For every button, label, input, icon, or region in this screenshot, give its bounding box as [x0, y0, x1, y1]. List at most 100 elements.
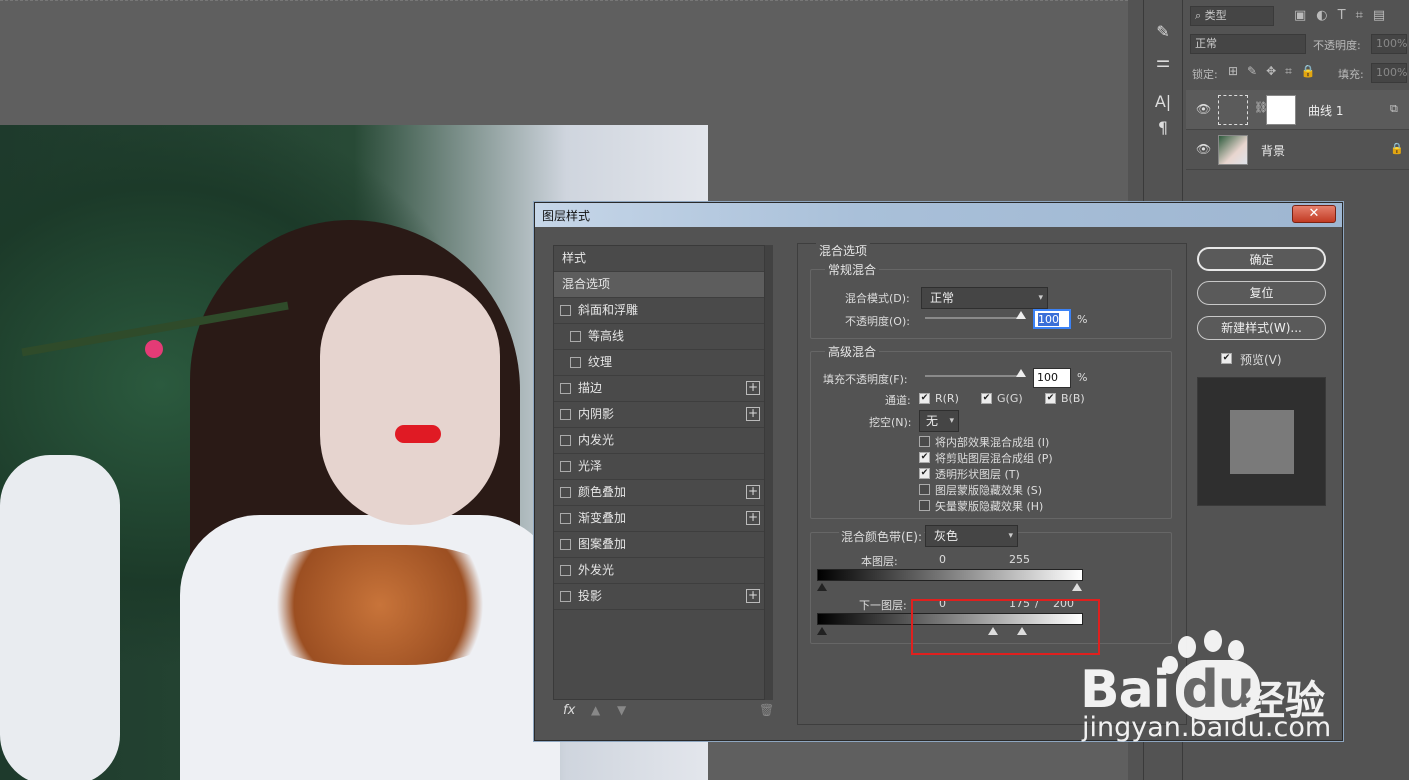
blend-mode-select[interactable]: 正常 ▾ — [921, 287, 1048, 309]
style-preview-swatch — [1197, 377, 1326, 506]
new-style-button[interactable]: 新建样式(W)... — [1197, 316, 1326, 340]
ok-button[interactable]: 确定 — [1197, 247, 1326, 271]
channel-g-checkbox[interactable]: ✔ — [981, 393, 992, 404]
add-effect-button[interactable]: + — [746, 485, 760, 499]
style-item-inner-shadow[interactable]: 内阴影 + — [554, 402, 764, 428]
fx-menu-button[interactable]: fx — [563, 703, 575, 718]
channel-r-checkbox[interactable]: ✔ — [919, 393, 930, 404]
checkbox[interactable] — [560, 409, 571, 420]
layers-opacity-input[interactable]: 100% — [1371, 34, 1407, 54]
style-item-label: 渐变叠加 — [578, 511, 627, 525]
reset-button[interactable]: 复位 — [1197, 281, 1326, 305]
blend-mode-value: 正常 — [930, 291, 955, 305]
dialog-titlebar[interactable]: 图层样式 ✕ — [535, 203, 1342, 227]
checkbox[interactable] — [560, 461, 571, 472]
layer-filter-select[interactable]: ⌕ 类型 — [1190, 6, 1274, 26]
opacity-slider-knob[interactable] — [1016, 311, 1026, 319]
layer-row-curves[interactable]: 👁 ⛓ 曲线 1 ⧉ — [1186, 90, 1409, 130]
style-item-satin[interactable]: 光泽 — [554, 454, 764, 480]
opacity-input[interactable]: 100 — [1033, 309, 1071, 329]
curves-adjustment-icon — [1218, 95, 1248, 125]
styles-scrollbar[interactable] — [765, 245, 773, 700]
add-effect-button[interactable]: + — [746, 589, 760, 603]
styles-header[interactable]: 样式 — [554, 246, 764, 272]
visibility-eye-icon[interactable]: 👁 — [1196, 102, 1211, 116]
preview-checkbox[interactable]: ✔ — [1221, 353, 1232, 364]
move-up-icon[interactable]: ▲ — [591, 703, 600, 717]
visibility-eye-icon[interactable]: 👁 — [1196, 142, 1211, 156]
checkbox[interactable] — [560, 565, 571, 576]
opacity-label: 不透明度(O): — [845, 315, 910, 328]
paragraph-panel-icon[interactable]: ¶ — [1148, 116, 1178, 140]
layer-row-background[interactable]: 👁 背景 🔒 — [1186, 130, 1409, 170]
paw-toe — [1178, 636, 1196, 658]
this-layer-white-slider[interactable] — [1072, 583, 1082, 591]
checkbox[interactable] — [560, 383, 571, 394]
lock-icon: 🔒 — [1390, 142, 1404, 155]
fill-opacity-input[interactable]: 100 — [1033, 368, 1071, 388]
underlying-layer-label: 下一图层: — [859, 599, 907, 612]
style-item-gradient-overlay[interactable]: 渐变叠加 + — [554, 506, 764, 532]
layer-name[interactable]: 曲线 1 — [1308, 102, 1343, 119]
add-effect-button[interactable]: + — [746, 511, 760, 525]
blend-clipped-label: 将剪贴图层混合成组 (P) — [935, 452, 1053, 465]
move-down-icon[interactable]: ▼ — [617, 703, 626, 717]
lock-icons[interactable]: ⊞✎✥⌗🔒 — [1228, 64, 1325, 79]
opacity-slider-track[interactable] — [925, 317, 1025, 319]
checkbox[interactable] — [570, 357, 581, 368]
checkbox[interactable] — [560, 435, 571, 446]
add-effect-button[interactable]: + — [746, 407, 760, 421]
layer-mask-hides-label: 图层蒙版隐藏效果 (S) — [935, 484, 1043, 497]
this-layer-high-value: 255 — [1009, 553, 1030, 566]
blend-if-select[interactable]: 灰色 ▾ — [925, 525, 1018, 547]
layer-name[interactable]: 背景 — [1261, 142, 1285, 159]
brush-panel-icon[interactable]: ✎ — [1148, 20, 1178, 44]
style-item-color-overlay[interactable]: 颜色叠加 + — [554, 480, 764, 506]
layers-blend-mode-select[interactable]: 正常 — [1190, 34, 1306, 54]
channel-r-label: R(R) — [935, 392, 959, 405]
character-panel-icon[interactable]: A| — [1148, 90, 1178, 114]
layer-filter-icons[interactable]: ▣◐T⌗▤ — [1294, 8, 1395, 23]
layer-mask-thumbnail[interactable] — [1266, 95, 1296, 125]
style-item-pattern-overlay[interactable]: 图案叠加 — [554, 532, 764, 558]
checkbox[interactable] — [560, 305, 571, 316]
style-item-drop-shadow[interactable]: 投影 + — [554, 584, 764, 610]
style-item-stroke[interactable]: 描边 + — [554, 376, 764, 402]
blend-clipped-checkbox[interactable]: ✔ — [919, 452, 930, 463]
add-effect-button[interactable]: + — [746, 381, 760, 395]
knockout-select[interactable]: 无 ▾ — [919, 410, 959, 432]
close-button[interactable]: ✕ — [1292, 205, 1336, 223]
photo-arm — [0, 455, 120, 780]
fill-opacity-slider-track[interactable] — [925, 375, 1025, 377]
blend-if-label: 混合颜色带(E): — [839, 528, 924, 545]
search-icon: ⌕ — [1195, 9, 1205, 22]
style-item-inner-glow[interactable]: 内发光 — [554, 428, 764, 454]
style-item-texture[interactable]: 纹理 — [554, 350, 764, 376]
fill-opacity-slider-knob[interactable] — [1016, 369, 1026, 377]
this-layer-black-slider[interactable] — [817, 583, 827, 591]
channel-b-checkbox[interactable]: ✔ — [1045, 393, 1056, 404]
channel-g-label: G(G) — [997, 392, 1023, 405]
underlying-black-slider[interactable] — [817, 627, 827, 635]
adjustments-panel-icon[interactable]: ⚌ — [1148, 50, 1178, 74]
blend-if-value: 灰色 — [934, 529, 959, 543]
transparency-shapes-checkbox[interactable]: ✔ — [919, 468, 930, 479]
style-item-contour[interactable]: 等高线 — [554, 324, 764, 350]
checkbox[interactable] — [560, 513, 571, 524]
checkbox[interactable] — [570, 331, 581, 342]
style-item-label: 等高线 — [588, 329, 625, 343]
trash-icon[interactable]: 🗑 — [759, 703, 774, 717]
checkbox[interactable] — [560, 539, 571, 550]
blend-interior-checkbox[interactable] — [919, 436, 930, 447]
baidu-jingyan-watermark: Bai du 经验 jingyan.baidu.com — [1080, 630, 1370, 745]
style-item-blending-options[interactable]: 混合选项 — [554, 272, 764, 298]
style-item-outer-glow[interactable]: 外发光 — [554, 558, 764, 584]
fill-input[interactable]: 100% — [1371, 63, 1407, 83]
layer-filter-value: 类型 — [1204, 9, 1227, 22]
checkbox[interactable] — [560, 591, 571, 602]
canvas-border — [0, 0, 1128, 2]
checkbox[interactable] — [560, 487, 571, 498]
vector-mask-hides-checkbox[interactable] — [919, 500, 930, 511]
style-item-bevel-emboss[interactable]: 斜面和浮雕 — [554, 298, 764, 324]
layer-mask-hides-checkbox[interactable] — [919, 484, 930, 495]
